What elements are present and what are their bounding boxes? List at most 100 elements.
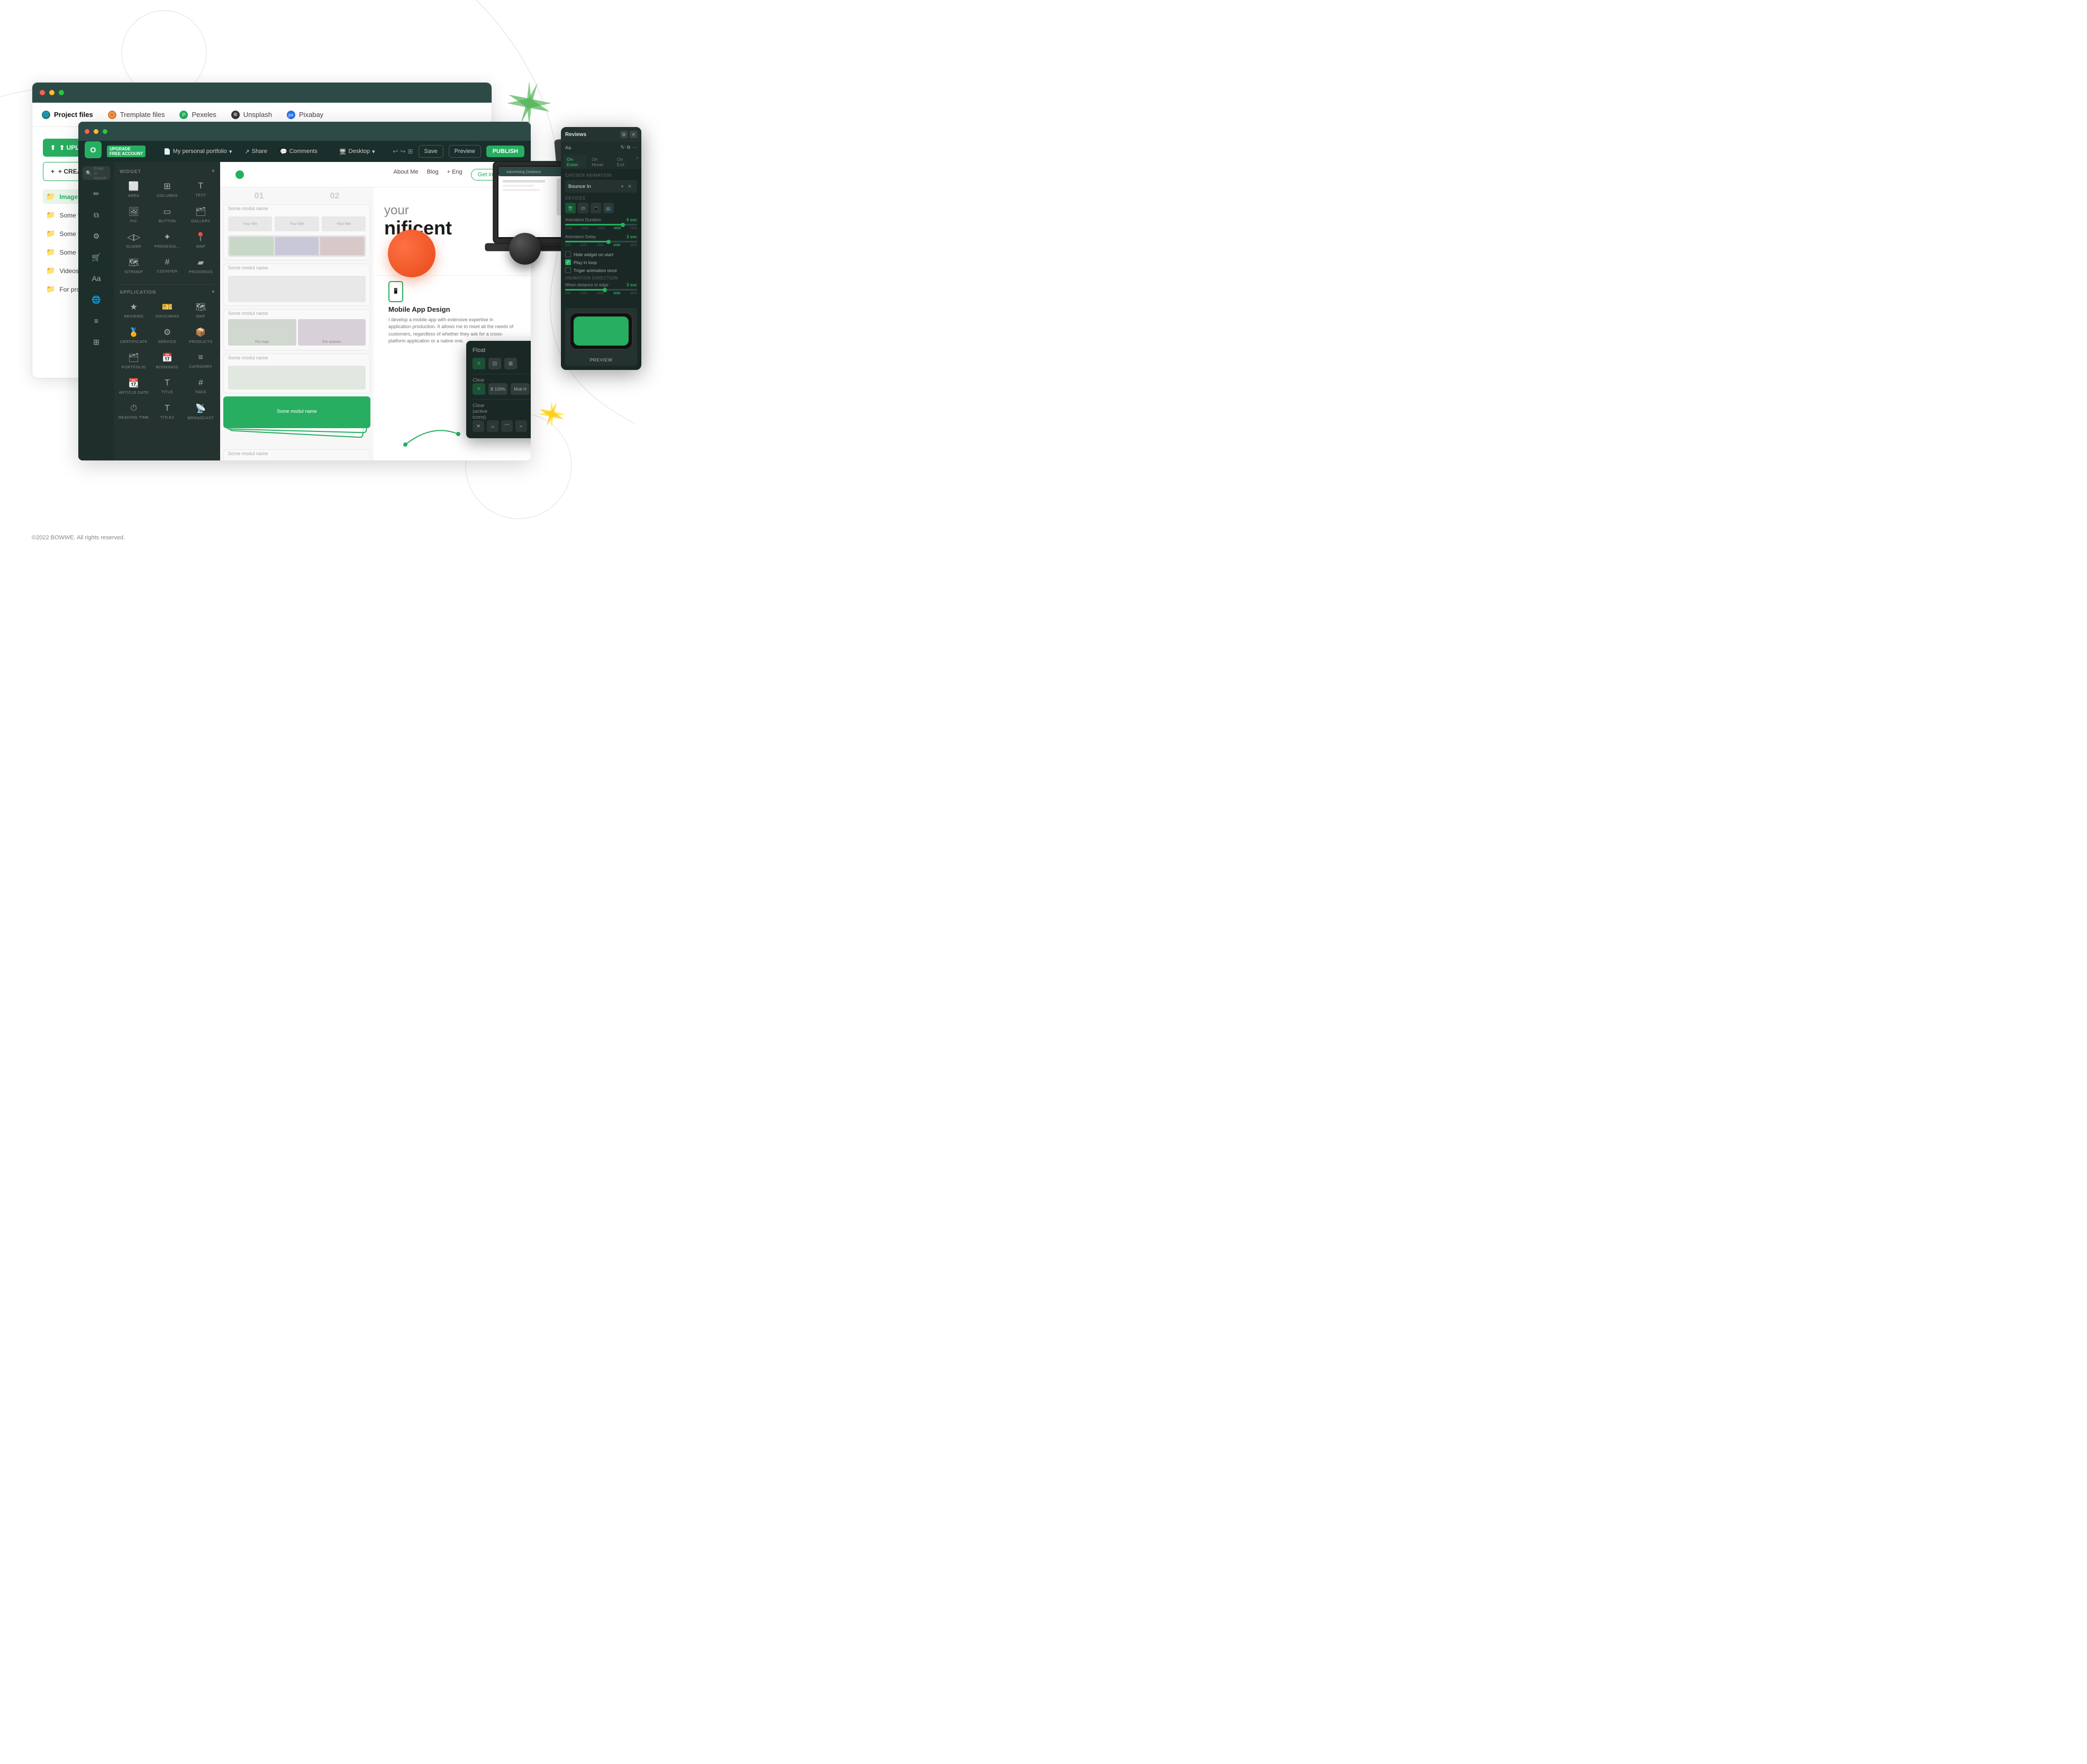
editor-close-dot[interactable] (85, 129, 89, 134)
widget-area[interactable]: ⬜ AREA (117, 177, 150, 202)
widget-predesigned[interactable]: ✦ PREDESIG... (151, 228, 183, 252)
sidebar-btn-typography[interactable]: Aa (85, 269, 108, 288)
trigger-once-checkbox[interactable] (565, 267, 571, 273)
widget-map[interactable]: 📍 MAP (185, 228, 217, 252)
play-in-loop-checkbox[interactable]: ✓ (565, 259, 571, 265)
select-clear-btn[interactable]: ✕ (625, 182, 634, 191)
sidebar-btn-grid[interactable]: ⊞ (85, 332, 108, 351)
sidebar-btn-layers[interactable]: ⧉ (85, 205, 108, 224)
float-clear-opt1[interactable]: B 100% (488, 383, 507, 395)
share-button[interactable]: ↗ Share (241, 147, 271, 157)
widget-gallery[interactable]: 🗂 GALLERY (185, 203, 217, 227)
delay-thumb[interactable] (606, 240, 611, 244)
portfolio-dropdown[interactable]: 📄 My personal portfolio ▾ (160, 147, 235, 157)
tab-pexeles[interactable]: P Pexeles (179, 111, 216, 119)
app-widget-title[interactable]: T TITLE (151, 374, 183, 399)
delay-slider[interactable] (565, 241, 637, 242)
sidebar-btn-globe[interactable]: 🌐 (85, 290, 108, 309)
animation-select[interactable]: Bounce In ▾ ✕ (565, 180, 637, 193)
reviews-next-arrow[interactable]: › (637, 155, 638, 169)
device-tv[interactable]: 📺 (603, 203, 614, 213)
widget-progress[interactable]: ▰ PROGRESS (185, 254, 217, 278)
app-widget-service[interactable]: ⚙ SERVICE (151, 323, 183, 348)
maximize-dot[interactable] (59, 90, 64, 95)
app-widget-vouchers[interactable]: 🎫 VOUCHERS (151, 298, 183, 322)
float-icon-bottom[interactable]: ⌓ (487, 420, 498, 432)
module-card-4[interactable]: Some modul name (223, 354, 370, 393)
float-icon-x[interactable]: ✕ (473, 420, 484, 432)
device-desktop[interactable]: 🖥 (565, 203, 576, 213)
widget-slider[interactable]: ◁▷ SLIDER (117, 228, 150, 252)
widget-columns[interactable]: ⊞ COLUMNS (151, 177, 183, 202)
desktop-dropdown[interactable]: 🖥 Desktop ▾ (335, 147, 379, 157)
minimize-dot[interactable] (49, 90, 55, 95)
undo-icon[interactable]: ↩ (393, 148, 398, 155)
reviews-tab-on-enter[interactable]: On Enter (564, 155, 587, 169)
widget-button[interactable]: ▭ BUTTON (151, 203, 183, 227)
device-tablet[interactable]: ⊡ (578, 203, 588, 213)
close-dot[interactable] (40, 90, 45, 95)
float-btn-x[interactable]: ✕ (473, 358, 485, 369)
tab-pixabay[interactable]: px Pixabay (287, 111, 323, 119)
widget-section-header[interactable]: WIDGET ▾ (114, 166, 220, 176)
comments-button[interactable]: 💬 Comments (276, 147, 321, 157)
module-card-5[interactable]: Some modul name (223, 449, 370, 460)
upgrade-badge[interactable]: UPGRADEFREE ACCOUNT (107, 146, 146, 157)
tab-project-files[interactable]: 🌐 Project files (42, 111, 93, 119)
app-widget-article-date[interactable]: 📆 ARTICLE DATE (117, 374, 150, 399)
distance-slider[interactable] (565, 289, 637, 291)
app-widget-map[interactable]: 🗺 MAP (185, 298, 217, 322)
float-btn-grid-1[interactable]: ⊡ (488, 358, 501, 369)
app-widget-reading-time[interactable]: ⏱ READING TIME (117, 400, 150, 424)
reviews-close-btn[interactable]: ✕ (630, 131, 637, 138)
app-widget-bookings[interactable]: 📅 BOOKINGS (151, 349, 183, 373)
distance-thumb[interactable] (603, 288, 607, 292)
sidebar-search[interactable]: 🔍 Enter to search (83, 166, 110, 180)
duration-ticks: 1000 2000 4000 6000 7000 (565, 227, 637, 230)
application-section-header[interactable]: APPLICATION ▾ (114, 287, 220, 297)
app-widget-products[interactable]: 📦 PRODUCTS (185, 323, 217, 348)
preview-button[interactable]: Preview (449, 145, 481, 158)
app-widget-tags[interactable]: # TAGS (185, 374, 217, 399)
widget-counter[interactable]: # COUNTER (151, 254, 183, 278)
device-mobile[interactable]: 📱 (591, 203, 601, 213)
float-btn-grid-2[interactable]: ⊞ (504, 358, 517, 369)
reviews-tab-on-exit[interactable]: On Exit (614, 155, 633, 169)
redo-icon[interactable]: ↪ (400, 148, 405, 155)
float-clear-opt2[interactable]: Mob H (511, 383, 530, 395)
editor-minimize-dot[interactable] (94, 129, 98, 134)
sidebar-btn-layers2[interactable]: ≡ (85, 311, 108, 330)
float-icon-right[interactable]: ⌒ (501, 420, 513, 432)
sidebar-btn-settings[interactable]: ⚙ (85, 227, 108, 246)
editor-maximize-dot[interactable] (103, 129, 107, 134)
save-button[interactable]: Save (419, 145, 443, 158)
app-widget-category[interactable]: ≡ CATEGORY (185, 349, 217, 373)
widget-text[interactable]: T TEXT (185, 177, 217, 202)
nav-lang[interactable]: + Eng (447, 169, 462, 180)
duration-slider[interactable] (565, 224, 637, 225)
sidebar-btn-cart[interactable]: 🛒 (85, 248, 108, 267)
module-card-3[interactable]: Some modul name For man For women (223, 309, 370, 350)
float-icon-corner[interactable]: ⌐ (515, 420, 527, 432)
module-card-2[interactable]: Some modul name (223, 264, 370, 306)
sidebar-btn-pen[interactable]: ✏ (85, 184, 108, 203)
tab-template-files[interactable]: ◯ Tremplate files (108, 111, 165, 119)
nav-link-blog[interactable]: Blog (427, 169, 439, 180)
app-widget-cert[interactable]: 🏅 CERTIFICATE (117, 323, 150, 348)
app-widget-portfolio[interactable]: 🗂 PORTFOLIO (117, 349, 150, 373)
float-clear-x[interactable]: ✕ (473, 383, 485, 395)
widget-sitemap[interactable]: 🗺 SITEMAP (117, 254, 150, 278)
area-label: AREA (128, 193, 140, 198)
app-widget-title2[interactable]: T TITLE2 (151, 400, 183, 424)
reviews-settings-btn[interactable]: ⚙ (620, 131, 628, 138)
tab-unsplash[interactable]: ⊞ Unsplash (231, 111, 272, 119)
reviews-tab-on-hover[interactable]: On Hover (589, 155, 612, 169)
duration-thumb[interactable] (621, 223, 625, 227)
nav-link-about[interactable]: About Me (393, 169, 418, 180)
grid-icon[interactable]: ⊞ (407, 148, 413, 155)
app-widget-broadcast[interactable]: 📡 BROADCAST (185, 400, 217, 424)
app-widget-reviews[interactable]: ★ REVIEWS (117, 298, 150, 322)
module-card-1[interactable]: Some modul name Your title Your title Yo… (223, 204, 370, 260)
hide-on-start-checkbox[interactable] (565, 251, 571, 257)
widget-pic[interactable]: 🖼 PIC (117, 203, 150, 227)
